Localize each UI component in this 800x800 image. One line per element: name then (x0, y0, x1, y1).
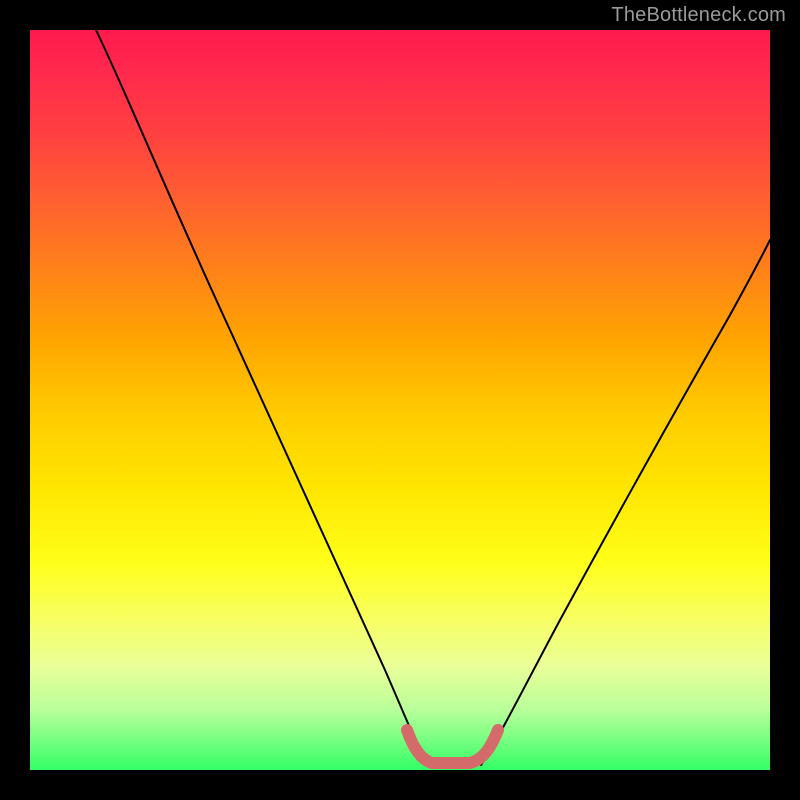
black-curve-left (96, 30, 428, 765)
black-curve-right (481, 240, 770, 765)
chart-frame: TheBottleneck.com (0, 0, 800, 800)
plot-area (30, 30, 770, 770)
curve-layer (30, 30, 770, 770)
watermark-text: TheBottleneck.com (611, 4, 786, 27)
salmon-valley-band (407, 730, 498, 763)
